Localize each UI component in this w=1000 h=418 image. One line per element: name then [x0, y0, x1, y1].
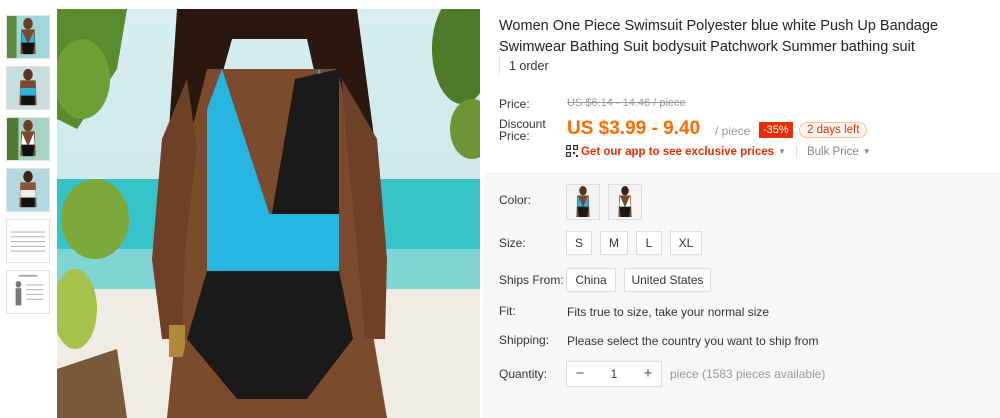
color-label: Color: — [499, 193, 532, 207]
quantity-increase-button[interactable]: + — [635, 362, 661, 386]
per-piece-unit: / piece — [715, 124, 751, 138]
product-info-panel: Women One Piece Swimsuit Polyester blue … — [483, 0, 1000, 418]
color-swatch-white[interactable] — [608, 184, 642, 220]
size-option-xl[interactable]: XL — [670, 231, 702, 255]
product-title: Women One Piece Swimsuit Polyester blue … — [499, 18, 938, 55]
days-left-badge: 2 days left — [799, 122, 868, 138]
size-label: Size: — [499, 236, 526, 250]
app-exclusive-price-link[interactable]: Get our app to see exclusive prices — [581, 146, 774, 158]
discount-price-label: Discount Price: — [499, 118, 546, 142]
order-count: 1 order — [499, 56, 549, 76]
fit-text: Fits true to size, take your normal size — [567, 305, 770, 319]
quantity-input[interactable]: 1 — [593, 362, 635, 386]
main-product-image[interactable] — [57, 9, 480, 418]
quantity-decrease-button[interactable]: − — [567, 362, 593, 386]
ships-from-china[interactable]: China — [566, 268, 616, 292]
price-label: Price: — [499, 97, 530, 111]
fit-label: Fit: — [499, 304, 516, 318]
chevron-down-icon: ▼ — [862, 147, 871, 156]
shipping-label: Shipping: — [499, 333, 550, 347]
thumbnail-4[interactable] — [6, 168, 50, 212]
color-swatch-blue[interactable] — [566, 184, 600, 220]
quantity-label: Quantity: — [499, 367, 548, 381]
bulk-price-dropdown[interactable]: Bulk Price ▼ — [807, 146, 871, 158]
original-price: US $6.14 - 14.46 / piece — [567, 97, 686, 109]
divider: | — [794, 146, 798, 158]
qr-code-icon — [566, 145, 578, 157]
bulk-price-label: Bulk Price — [806, 146, 859, 158]
availability-text: piece (1583 pieces available) — [670, 367, 826, 381]
discount-label-line2: Price: — [499, 129, 530, 143]
thumbnail-5-size-chart[interactable] — [6, 219, 50, 263]
size-option-l[interactable]: L — [636, 231, 662, 255]
thumbnail-6-size-guide[interactable] — [6, 270, 50, 314]
thumbnail-strip — [0, 0, 56, 418]
size-option-m[interactable]: M — [600, 231, 628, 255]
size-option-s[interactable]: S — [566, 231, 592, 255]
ships-from-united-states[interactable]: United States — [624, 268, 711, 292]
shipping-text: Please select the country you want to sh… — [567, 334, 819, 348]
chevron-down-icon[interactable]: ▼ — [778, 147, 786, 156]
thumbnail-3[interactable] — [6, 117, 50, 161]
discount-badge: -35% — [759, 122, 793, 138]
product-options: Color: Size: S M L XL Ships From: China … — [483, 172, 1000, 418]
price-section: Price: US $6.14 - 14.46 / piece Discount… — [483, 85, 1000, 171]
discount-price: US $3.99 - 9.40 — [567, 118, 701, 139]
thumbnail-1[interactable] — [6, 15, 50, 59]
thumbnail-2[interactable] — [6, 66, 50, 110]
ships-from-label: Ships From: — [499, 273, 564, 287]
quantity-stepper: − 1 + — [566, 361, 662, 387]
app-promo-row: Get our app to see exclusive prices ▼ | Bul… — [566, 145, 871, 158]
